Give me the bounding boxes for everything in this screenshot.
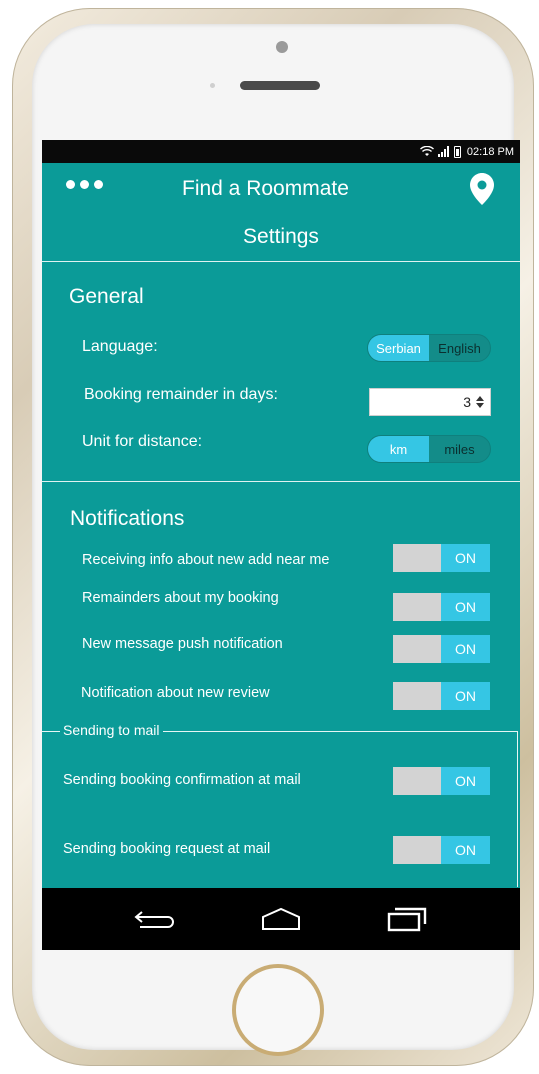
language-label: Language: bbox=[82, 338, 158, 355]
toggle-booking-remainders[interactable]: ON bbox=[393, 593, 490, 621]
notification-label-review: Notification about new review bbox=[81, 685, 270, 701]
page-title: Settings bbox=[42, 218, 520, 262]
more-options-icon[interactable] bbox=[66, 180, 103, 189]
toggle-state: ON bbox=[441, 593, 490, 621]
recent-apps-icon bbox=[387, 907, 427, 932]
proximity-sensor bbox=[210, 83, 215, 88]
booking-days-value: 3 bbox=[463, 394, 471, 410]
home-nav-button[interactable] bbox=[251, 899, 311, 939]
toggle-new-review[interactable]: ON bbox=[393, 682, 490, 710]
toggle-track bbox=[393, 635, 441, 663]
toggle-state: ON bbox=[441, 767, 490, 795]
recent-apps-button[interactable] bbox=[377, 899, 437, 939]
toggle-state: ON bbox=[441, 635, 490, 663]
wifi-icon bbox=[419, 146, 434, 156]
status-icons bbox=[419, 145, 461, 158]
status-bar: 02:18 PM bbox=[42, 140, 520, 163]
notification-label-message: New message push notification bbox=[82, 636, 283, 652]
toggle-track bbox=[393, 682, 441, 710]
toggle-track bbox=[393, 593, 441, 621]
general-section-title: General bbox=[69, 285, 144, 308]
stepper-arrows-icon[interactable] bbox=[474, 392, 486, 412]
booking-days-stepper[interactable]: 3 bbox=[369, 388, 491, 416]
toggle-mail-request[interactable]: ON bbox=[393, 836, 490, 864]
section-divider bbox=[42, 481, 520, 482]
home-icon bbox=[262, 907, 300, 930]
language-option-english[interactable]: English bbox=[429, 335, 490, 361]
notification-label-booking: Remainders about my booking bbox=[82, 590, 279, 606]
distance-unit-selector[interactable]: km miles bbox=[367, 435, 491, 463]
mail-fieldset-legend: Sending to mail bbox=[60, 722, 163, 738]
toggle-state: ON bbox=[441, 836, 490, 864]
notifications-section-title: Notifications bbox=[70, 507, 185, 530]
mail-label-confirmation: Sending booking confirmation at mail bbox=[63, 772, 301, 788]
home-button[interactable] bbox=[232, 964, 324, 1056]
screen: 02:18 PM Find a Roommate Settings Genera… bbox=[42, 140, 520, 950]
navigation-bar bbox=[42, 888, 520, 950]
signal-icon bbox=[437, 146, 449, 157]
front-camera bbox=[276, 41, 288, 53]
toggle-track bbox=[393, 544, 441, 572]
toggle-state: ON bbox=[441, 544, 490, 572]
mail-label-request: Sending booking request at mail bbox=[63, 841, 271, 857]
back-icon bbox=[134, 911, 174, 928]
app-title: Find a Roommate bbox=[182, 177, 349, 200]
toggle-mail-confirmation[interactable]: ON bbox=[393, 767, 490, 795]
back-button[interactable] bbox=[125, 899, 185, 939]
battery-icon bbox=[453, 145, 461, 158]
language-option-serbian[interactable]: Serbian bbox=[368, 335, 429, 361]
notification-label-new-add: Receiving info about new add near me bbox=[82, 552, 330, 568]
status-time: 02:18 PM bbox=[466, 145, 514, 158]
toggle-state: ON bbox=[441, 682, 490, 710]
earpiece-speaker bbox=[240, 81, 320, 90]
toggle-new-add[interactable]: ON bbox=[393, 544, 490, 572]
distance-option-km[interactable]: km bbox=[368, 436, 429, 462]
toggle-track bbox=[393, 767, 441, 795]
distance-option-miles[interactable]: miles bbox=[429, 436, 490, 462]
location-pin-icon[interactable] bbox=[470, 173, 494, 205]
toggle-track bbox=[393, 836, 441, 864]
language-selector[interactable]: Serbian English bbox=[367, 334, 491, 362]
toggle-message-push[interactable]: ON bbox=[393, 635, 490, 663]
distance-unit-label: Unit for distance: bbox=[82, 433, 203, 450]
app-bar: Find a Roommate bbox=[42, 163, 520, 218]
booking-remainder-label: Booking remainder in days: bbox=[84, 386, 278, 403]
